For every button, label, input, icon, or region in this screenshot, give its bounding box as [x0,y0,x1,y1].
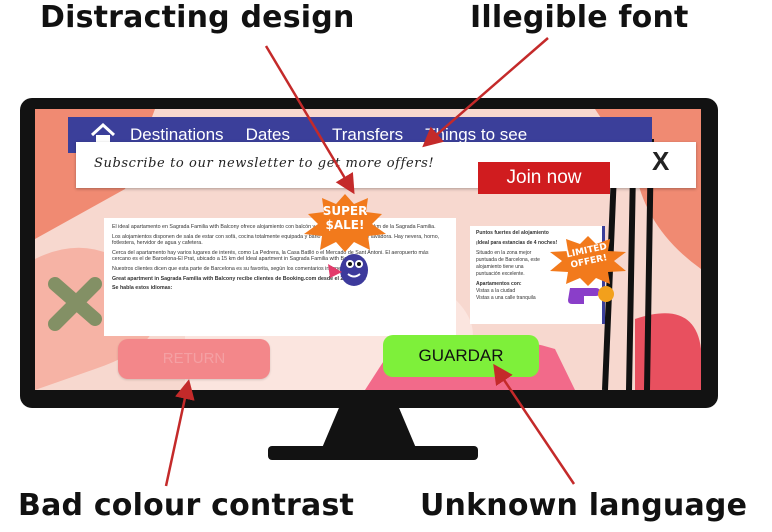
arrow-illegible [422,37,549,148]
arrow-language [493,363,576,485]
annotation-arrows [164,37,576,487]
arrow-distracting [264,45,355,195]
arrow-contrast [164,379,195,487]
